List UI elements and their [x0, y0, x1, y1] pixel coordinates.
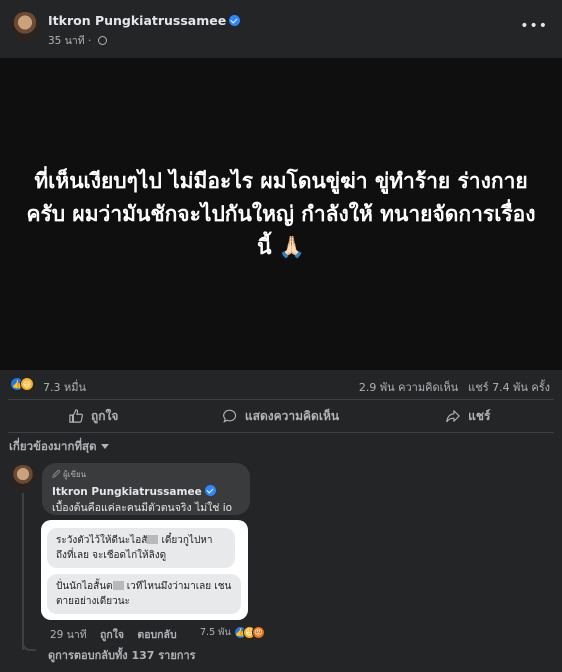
censor-block	[112, 581, 124, 590]
divider	[8, 432, 554, 433]
post-actions: ถูกใจ แสดงความคิดเห็น แชร์	[0, 400, 562, 432]
thumbs-up-icon	[69, 409, 83, 423]
author-badge: 🖉 ผู้เขียน	[52, 470, 87, 479]
message-text: ปั่นนักไอสั้นต	[56, 581, 113, 592]
post-time[interactable]: 35 นาที	[48, 35, 85, 47]
post-text: ที่เห็นเงียบๆไป ไม่มีอะไร ผมโดนขู่ฆ่า ขู…	[26, 168, 536, 259]
screenshot-overlay: ระวังตัวไว้ให้ดีนะไอสั เดี๋ยวกูไปหาถึงที…	[41, 520, 248, 620]
author-avatar[interactable]	[10, 12, 40, 42]
comment-bubble: 🖉 ผู้เขียน Itkron Pungkiatrussamee เบื้อ…	[42, 463, 250, 515]
comment-button-label: แสดงความคิดเห็น	[244, 408, 340, 423]
censor-block	[147, 535, 159, 544]
share-count[interactable]: แชร์ 7.4 พัน ครั้ง	[468, 381, 550, 394]
post-header: Itkron Pungkiatrussamee 35 นาที · •••	[0, 0, 562, 58]
comment-reactions[interactable]: 7.5 พัน 👍 😆 😡	[200, 625, 265, 640]
verified-badge-icon	[229, 15, 241, 26]
post-author[interactable]: Itkron Pungkiatrussamee	[48, 13, 241, 28]
commenter-avatar[interactable]	[10, 465, 36, 491]
comment-author-name[interactable]: Itkron Pungkiatrussamee	[52, 486, 202, 498]
globe-icon	[97, 36, 107, 45]
post-author-name[interactable]: Itkron Pungkiatrussamee	[48, 13, 226, 28]
comment-text: เบื้องต้นคือแค่ละคนมีตัวตนจริง ไม่ใช่ io	[52, 502, 233, 514]
share-button-label: แชร์	[468, 408, 491, 423]
comment-button[interactable]: แสดงความคิดเห็น	[187, 400, 374, 432]
haha-reaction-icon: 😆	[20, 377, 34, 391]
like-button[interactable]: ถูกใจ	[0, 400, 187, 432]
comment-like-button[interactable]: ถูกใจ	[100, 629, 124, 641]
comment-count[interactable]: 2.9 พัน ความคิดเห็น	[359, 381, 458, 394]
more-options-button[interactable]: •••	[520, 18, 548, 34]
thread-branch	[22, 636, 36, 651]
comment-author[interactable]: Itkron Pungkiatrussamee	[52, 485, 240, 498]
post-content: ที่เห็นเงียบๆไป ไม่มีอะไร ผมโดนขู่ฆ่า ขู…	[0, 58, 562, 370]
message-bubble: ระวังตัวไว้ให้ดีนะไอสั เดี๋ยวกูไปหาถึงที…	[47, 528, 235, 568]
reactions-bar: 👍 😆 7.3 หมื่น 2.9 พัน ความคิดเห็น แชร์ 7.…	[0, 372, 562, 398]
like-button-label: ถูกใจ	[90, 408, 119, 423]
comment-reaction-count: 7.5 พัน	[200, 627, 231, 638]
angry-reaction-icon: 😡	[251, 626, 265, 639]
comment-bubble-icon	[223, 409, 236, 423]
comment-actions: 29 นาที ถูกใจ ตอบกลับ	[50, 626, 187, 643]
view-replies-link[interactable]: ดูการตอบกลับทั้ง 137 รายการ	[48, 646, 196, 664]
chevron-down-icon	[100, 444, 109, 449]
reaction-count[interactable]: 7.3 หมื่น	[43, 378, 86, 396]
message-bubble: ปั่นนักไอสั้นต เวทีไหนมึงว่ามาเลย เชนตาย…	[47, 574, 241, 614]
share-arrow-icon	[446, 410, 460, 423]
reaction-icons[interactable]: 👍 😆	[10, 377, 34, 391]
thread-line	[22, 493, 24, 650]
post-meta: 35 นาที ·	[48, 32, 107, 49]
verified-badge-icon	[204, 485, 216, 496]
share-button[interactable]: แชร์	[375, 400, 562, 432]
sort-label: เกี่ยวข้องมากที่สุด	[9, 439, 97, 453]
comment-sort-dropdown[interactable]: เกี่ยวข้องมากที่สุด	[9, 438, 109, 456]
post-stats: 2.9 พัน ความคิดเห็น แชร์ 7.4 พัน ครั้ง	[359, 378, 550, 396]
comment-time[interactable]: 29 นาที	[50, 629, 87, 641]
comment-reply-button[interactable]: ตอบกลับ	[137, 629, 176, 641]
message-text: ระวังตัวไว้ให้ดีนะไอสั	[56, 535, 148, 546]
